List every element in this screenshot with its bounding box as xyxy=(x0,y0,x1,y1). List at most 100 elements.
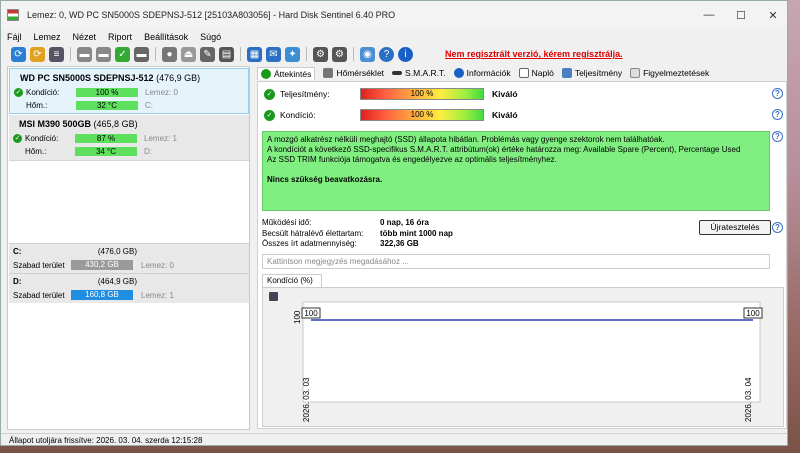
uptime-value: 0 nap, 16 óra xyxy=(380,218,429,227)
condition-label: Kondíció: xyxy=(280,110,316,120)
written-value: 322,36 GB xyxy=(380,239,419,248)
check-icon: ✓ xyxy=(264,88,275,100)
condition-chart: 100 100 100 2026. 03. 03 2026. 03. 04 xyxy=(262,287,784,427)
info-icon xyxy=(453,68,464,78)
title-bar: Lemez: 0, WD PC SN5000S SDEPNSJ-512 [251… xyxy=(1,1,787,29)
network-icon[interactable]: ✦ xyxy=(285,46,300,62)
document-icon xyxy=(518,68,529,78)
performance-icon xyxy=(561,68,572,78)
tab-condition-chart[interactable]: Kondíció (%) xyxy=(262,274,322,287)
help-icon[interactable]: ? xyxy=(379,46,394,62)
tab-log[interactable]: Napló xyxy=(518,68,554,78)
drive-item-c[interactable]: C: (476,0 GB) Szabad terület 430,2 GB Le… xyxy=(9,243,249,273)
data-label: 100 xyxy=(304,309,318,318)
temp-label: Hőm.: xyxy=(25,147,47,156)
status-description: A mozgó alkatrész nélküli meghajtó (SSD)… xyxy=(262,131,770,211)
stats-block: Működési idő: 0 nap, 16 óra Becsült hátra… xyxy=(262,218,453,250)
disk-index: Lemez: 0 xyxy=(145,88,178,97)
tab-overview[interactable]: Áttekintés xyxy=(257,66,316,80)
menu-file[interactable]: Fájl xyxy=(7,32,22,42)
free-space-bar: 160,8 GB xyxy=(71,290,133,300)
refresh-icon[interactable]: ⟳ xyxy=(11,46,26,62)
overview-panel: ✓ Teljesítmény: 100 % Kiváló ? ✓ Kondíci… xyxy=(257,81,787,429)
disk-size: (476,9 GB) xyxy=(156,73,201,83)
report-icon[interactable]: ▦ xyxy=(247,46,262,62)
condition-bar: 87 % xyxy=(75,134,137,143)
maximize-button[interactable]: ☐ xyxy=(725,1,757,29)
temp-bar: 34 °C xyxy=(75,147,137,156)
email-icon[interactable]: ✉ xyxy=(266,46,281,62)
warning-doc-icon xyxy=(630,68,641,78)
tools-icon[interactable]: ✎ xyxy=(200,46,215,62)
help-icon[interactable]: ? xyxy=(772,109,783,120)
drive-name: C: xyxy=(13,247,22,256)
info-line: Az SSD TRIM funkciója támogatva és enged… xyxy=(267,155,557,164)
drive-tools-icon[interactable]: ▬ xyxy=(134,46,149,62)
toolbar: ⟳ ⟳ ≡ ▬ ▬ ✓ ▬ ● ⏏ ✎ ▤ ▦ ✉ ✦ ⚙ ⚙ ◉ ? i Ne… xyxy=(1,45,787,63)
menu-view[interactable]: Nézet xyxy=(73,32,97,42)
menu-disk[interactable]: Lemez xyxy=(34,32,61,42)
disk-list-icon[interactable]: ≡ xyxy=(49,46,64,62)
help-icon[interactable]: ? xyxy=(772,131,783,142)
x-tick-label: 2026. 03. 04 xyxy=(744,377,753,422)
drive-item-d[interactable]: D: (464,9 GB) Szabad terület 160,8 GB Le… xyxy=(9,273,249,303)
performance-label: Teljesítmény: xyxy=(280,89,330,99)
free-space-bar: 430,2 GB xyxy=(71,260,133,270)
lifetime-label: Becsült hátralévő élettartam: xyxy=(262,228,364,238)
tab-warnings[interactable]: Figyelmeztetések xyxy=(630,68,709,78)
menu-bar: Fájl Lemez Nézet Riport Beállítások Súgó xyxy=(1,29,787,45)
disk-name: WD PC SN5000S SDEPNSJ-512 xyxy=(20,73,154,83)
thermometer-icon xyxy=(323,68,334,78)
gear-icon[interactable]: ⚙ xyxy=(313,46,328,62)
disk-item-1[interactable]: MSI M390 500GB (465,8 GB) ✓ Kondíció: 87… xyxy=(9,115,249,161)
drive-letter: C: xyxy=(145,101,153,110)
info-line: A mozgó alkatrész nélküli meghajtó (SSD)… xyxy=(267,135,665,144)
camera-icon[interactable]: ◉ xyxy=(360,46,375,62)
lifetime-value: több mint 1000 nap xyxy=(380,228,453,238)
settings-icon[interactable]: ⚙ xyxy=(332,46,347,62)
drive-info-icon[interactable]: ▬ xyxy=(96,46,111,62)
minimize-button[interactable]: — xyxy=(693,1,725,29)
menu-report[interactable]: Riport xyxy=(108,32,132,42)
drive-name: D: xyxy=(13,277,22,286)
disk-surface-icon[interactable]: ● xyxy=(162,46,177,62)
tab-performance[interactable]: Teljesítmény xyxy=(561,68,622,78)
free-space-label: Szabad terület xyxy=(13,291,65,300)
tab-information[interactable]: Információk xyxy=(453,68,511,78)
tab-temperature[interactable]: Hőmérséklet xyxy=(323,68,384,78)
window-title: Lemez: 0, WD PC SN5000S SDEPNSJ-512 [251… xyxy=(27,10,396,20)
close-button[interactable]: ✕ xyxy=(757,1,787,29)
disk-index: Lemez: 1 xyxy=(144,134,177,143)
chart-svg: 100 100 100 2026. 03. 03 2026. 03. 04 xyxy=(293,301,763,422)
printer-icon[interactable]: ▤ xyxy=(219,46,234,62)
register-link[interactable]: Nem regisztrált verzió, kérem regisztrál… xyxy=(445,49,623,59)
condition-bar: 100 % xyxy=(360,109,484,121)
menu-settings[interactable]: Beállítások xyxy=(144,32,188,42)
check-icon: ✓ xyxy=(264,109,275,121)
disk-item-0[interactable]: WD PC SN5000S SDEPNSJ-512 (476,9 GB) ✓ K… xyxy=(9,68,249,114)
check-icon: ✓ xyxy=(13,134,22,143)
retest-button[interactable]: Újratesztelés xyxy=(699,220,771,235)
info-icon[interactable]: i xyxy=(398,46,413,62)
help-icon[interactable]: ? xyxy=(772,222,783,233)
performance-status: Kiváló xyxy=(492,89,518,99)
drive-check-icon[interactable]: ✓ xyxy=(115,46,130,62)
condition-status: Kiváló xyxy=(492,110,518,120)
disk-size: (465,8 GB) xyxy=(93,119,138,129)
eject-icon[interactable]: ⏏ xyxy=(181,46,196,62)
temp-bar: 32 °C xyxy=(76,101,138,110)
free-space-label: Szabad terület xyxy=(13,261,65,270)
written-label: Összes írt adatmennyiség: xyxy=(262,239,357,248)
refresh-all-icon[interactable]: ⟳ xyxy=(30,46,45,62)
menu-help[interactable]: Súgó xyxy=(200,32,221,42)
drive-icon[interactable]: ▬ xyxy=(77,46,92,62)
tab-smart[interactable]: S.M.A.R.T. xyxy=(392,68,446,78)
app-icon xyxy=(7,9,19,21)
drive-letter: D: xyxy=(144,147,152,156)
app-window: Lemez: 0, WD PC SN5000S SDEPNSJ-512 [251… xyxy=(0,0,788,446)
help-icon[interactable]: ? xyxy=(772,88,783,99)
note-input[interactable]: Kattintson megjegyzés megadásához ... xyxy=(262,254,770,269)
info-line: A kondíciót a következő SSD-specifikus S… xyxy=(267,145,741,154)
performance-row: ✓ Teljesítmény: 100 % Kiváló xyxy=(264,88,518,100)
info-action: Nincs szükség beavatkozásra. xyxy=(267,175,383,184)
